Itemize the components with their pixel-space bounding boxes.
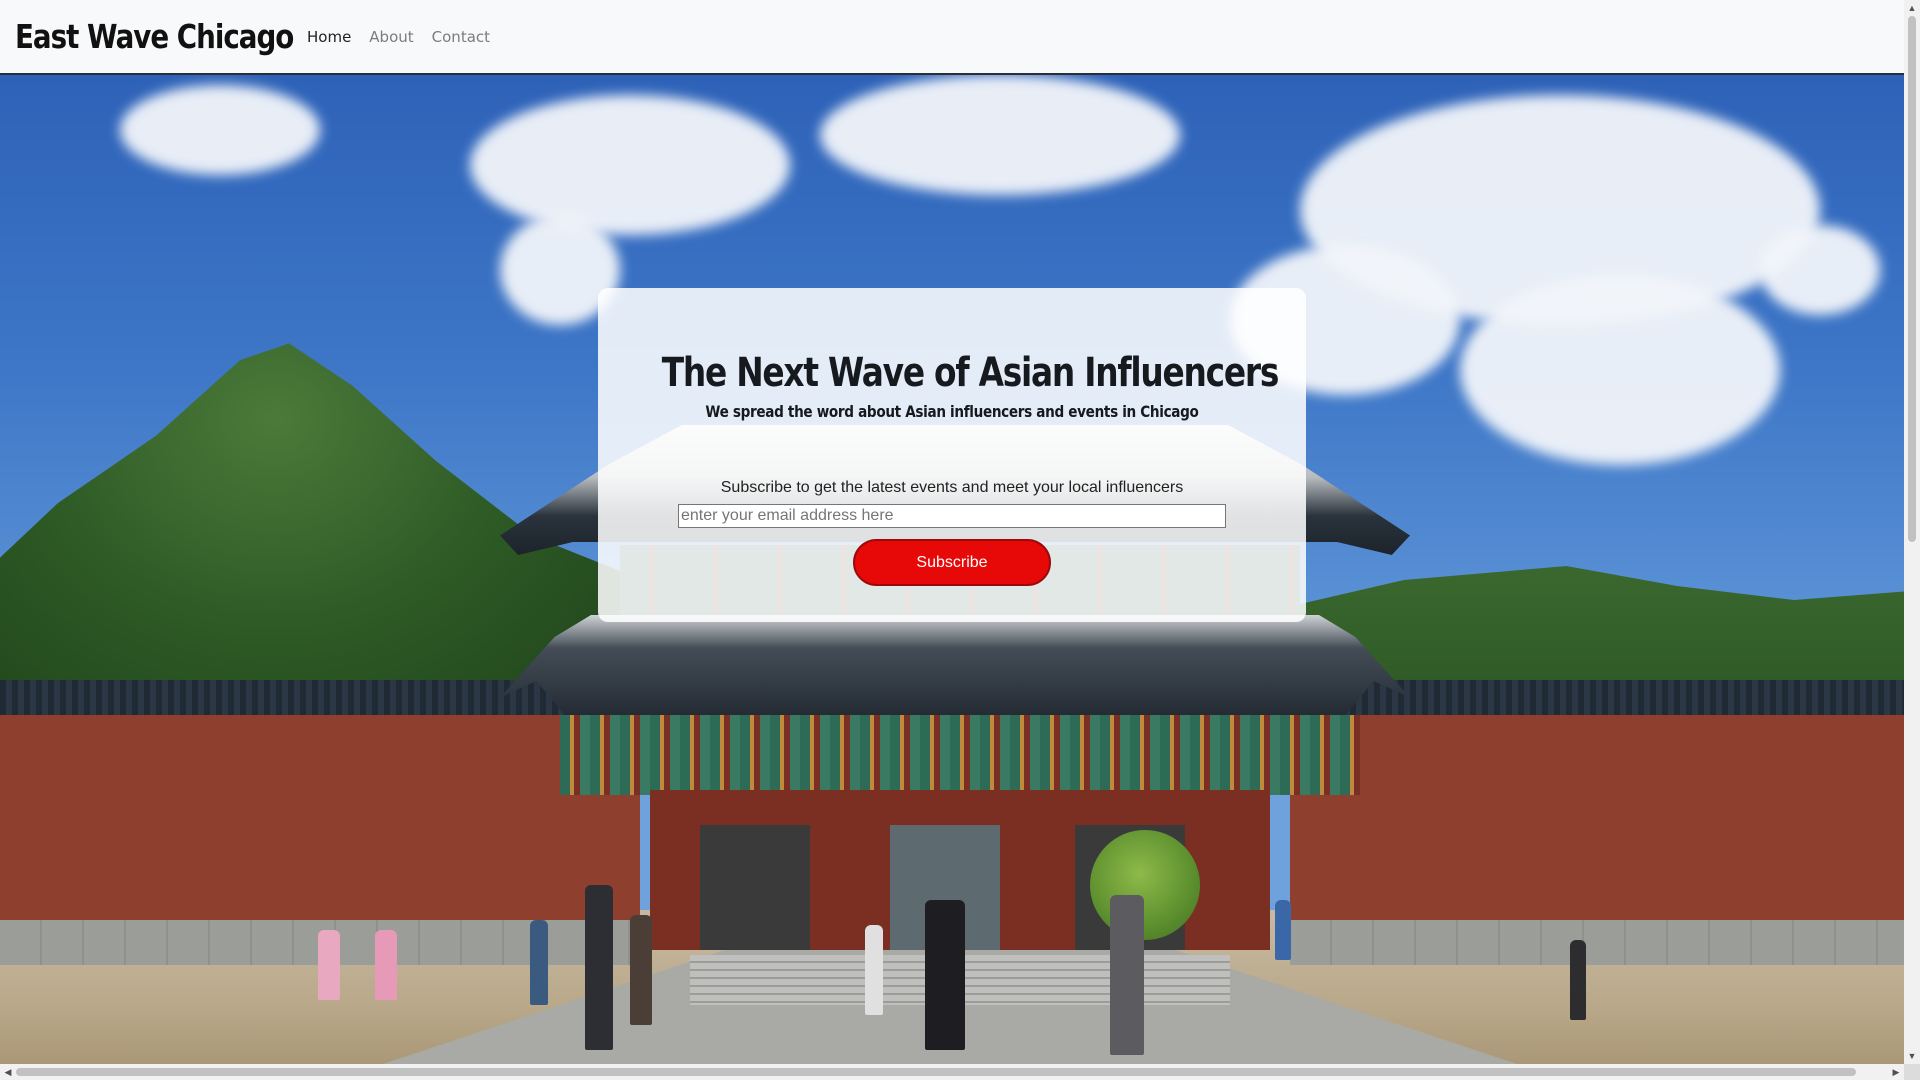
nav-link-about[interactable]: About [360,28,422,46]
subscribe-card: The Next Wave of Asian Influencers We sp… [598,288,1306,622]
nav-link-home[interactable]: Home [298,28,360,46]
horizontal-scroll-thumb[interactable] [16,1068,1856,1076]
scrollbar-corner [1904,1064,1920,1080]
scroll-right-arrow-icon[interactable]: ▶ [1888,1064,1904,1080]
email-input[interactable] [678,504,1226,528]
hero-tagline: We spread the word about Asian influence… [705,402,1199,421]
scroll-up-arrow-icon[interactable]: ▲ [1904,0,1920,16]
horizontal-scrollbar[interactable]: ◀ ▶ [0,1064,1904,1080]
hero-title: The Next Wave of Asian Influencers [661,350,1280,396]
vertical-scroll-thumb[interactable] [1908,16,1916,542]
top-navbar: East Wave Chicago Home About Contact [0,0,1904,75]
hero-section: The Next Wave of Asian Influencers We sp… [0,75,1904,1064]
nav-links: Home About Contact [298,28,499,46]
page-viewport: East Wave Chicago Home About Contact The… [0,0,1904,1064]
subscribe-button[interactable]: Subscribe [853,539,1051,586]
vertical-scrollbar[interactable]: ▲ ▼ [1904,0,1920,1064]
scroll-left-arrow-icon[interactable]: ◀ [0,1064,16,1080]
nav-link-contact[interactable]: Contact [423,28,499,46]
site-brand[interactable]: East Wave Chicago [15,17,294,56]
scroll-down-arrow-icon[interactable]: ▼ [1904,1048,1920,1064]
subscribe-prompt: Subscribe to get the latest events and m… [720,479,1184,496]
